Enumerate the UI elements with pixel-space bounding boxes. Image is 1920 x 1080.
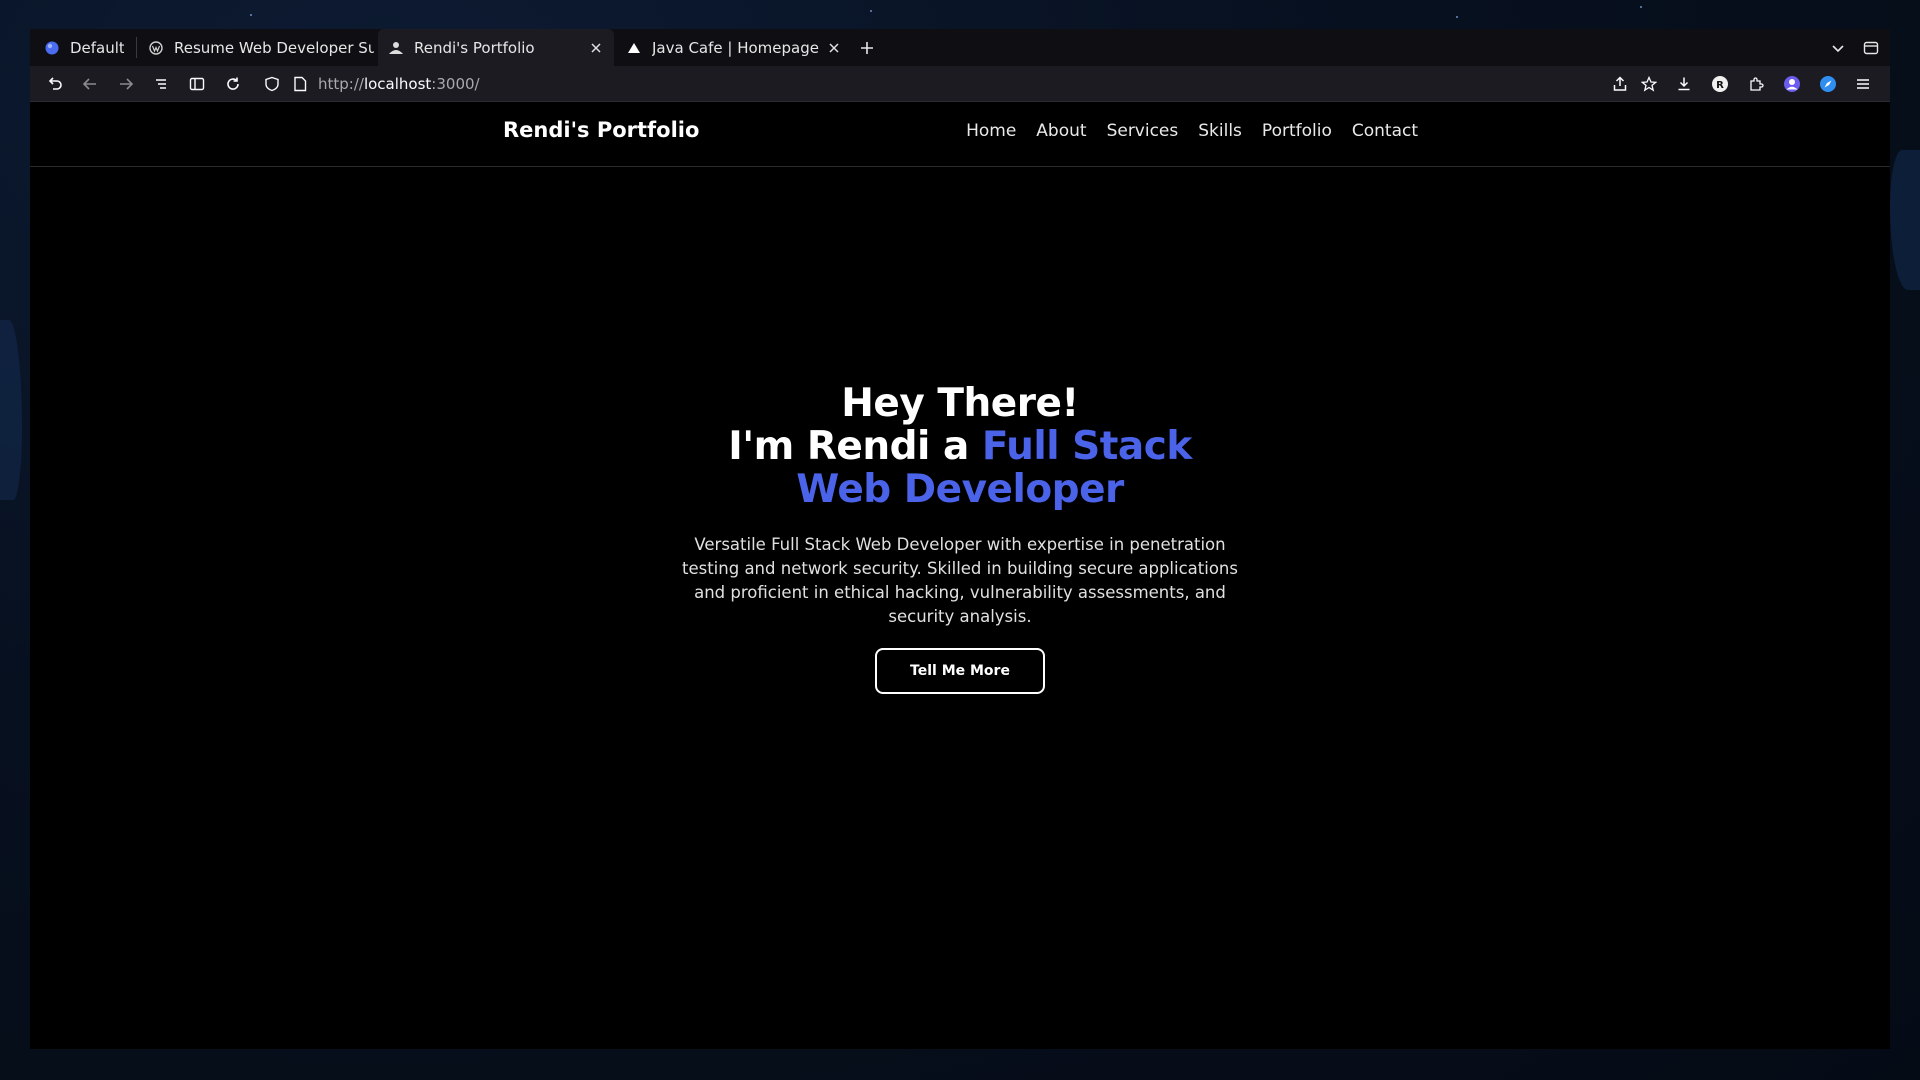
share-icon — [1613, 76, 1627, 91]
wallpaper-leaf — [0, 320, 22, 500]
hamburger-menu-icon — [1857, 79, 1869, 89]
nav-link-skills[interactable]: Skills — [1198, 121, 1242, 141]
hero-description: Versatile Full Stack Web Developer with … — [682, 535, 1238, 626]
site-brand[interactable]: Rendi's Portfolio — [503, 118, 699, 142]
tab-label: Default — [70, 38, 124, 57]
new-tab-button[interactable] — [856, 37, 878, 59]
wordpress-icon — [148, 40, 164, 56]
close-tab-icon[interactable] — [588, 40, 604, 56]
downloads-button[interactable] — [1673, 73, 1695, 95]
navigation-toolbar: http://localhost:3000/ R — [30, 66, 1890, 102]
tell-me-more-button[interactable]: Tell Me More — [875, 648, 1045, 694]
hero-role-part1: Full Stack — [981, 424, 1192, 469]
tab-label: Rendi's Portfolio — [414, 38, 535, 57]
tab-resume[interactable]: Resume Web Developer Su — [138, 29, 406, 66]
tracking-protection-button[interactable] — [261, 73, 283, 95]
hero-role-part2: Web Developer — [796, 467, 1124, 512]
avatar-r-icon: R — [1712, 76, 1728, 92]
tab-bar: Default Resume Web Developer Su Rendi's … — [30, 29, 1890, 66]
list-tabs-button[interactable] — [1827, 37, 1849, 59]
site-header: Rendi's Portfolio Home About Services Sk… — [30, 102, 1890, 167]
page-info-button[interactable] — [289, 73, 311, 95]
firefox-view-button[interactable] — [1860, 37, 1882, 59]
wallpaper-star — [1640, 6, 1642, 8]
compass-icon — [1820, 76, 1836, 92]
triangle-icon — [626, 40, 642, 56]
account-avatar-button[interactable]: R — [1709, 73, 1731, 95]
puzzle-icon — [1750, 77, 1764, 91]
wallpaper-star — [870, 10, 872, 12]
hero-section: Hey There! I'm Rendi a Full Stack Web De… — [30, 382, 1890, 694]
tab-rendis-portfolio[interactable]: Rendi's Portfolio — [378, 29, 614, 66]
url-host: localhost — [363, 75, 432, 93]
sidebar-button[interactable] — [186, 73, 208, 95]
back-button[interactable] — [79, 73, 101, 95]
svg-text:R: R — [1716, 80, 1724, 91]
vpn-extension-button[interactable] — [1817, 73, 1839, 95]
nav-link-about[interactable]: About — [1036, 121, 1086, 141]
site-nav: Home About Services Skills Portfolio Con… — [966, 121, 1418, 141]
hero-intro: I'm Rendi a — [728, 424, 982, 469]
forward-button[interactable] — [115, 73, 137, 95]
arrow-right-icon — [120, 78, 134, 90]
hero-greeting: Hey There! — [841, 381, 1079, 426]
wallpaper-star — [250, 14, 252, 16]
nav-link-contact[interactable]: Contact — [1352, 121, 1418, 141]
page-icon — [294, 76, 307, 92]
url-bar[interactable]: http://localhost:3000/ — [318, 75, 480, 93]
url-prefix: http:// — [318, 75, 364, 93]
url-suffix: :3000/ — [431, 75, 480, 93]
tab-default[interactable]: Default — [34, 29, 134, 66]
browser-globe-icon — [44, 40, 60, 56]
person-icon — [388, 40, 404, 56]
wallpaper-leaf — [1890, 150, 1920, 290]
star-icon — [1641, 76, 1657, 92]
hero-heading: Hey There! I'm Rendi a Full Stack Web De… — [30, 382, 1890, 511]
nav-link-home[interactable]: Home — [966, 121, 1016, 141]
tab-label: Resume Web Developer Su — [174, 38, 374, 57]
undo-close-tab-button[interactable] — [44, 73, 66, 95]
list-icon — [156, 79, 166, 89]
profile-icon — [1784, 76, 1800, 92]
wallpaper-star — [1456, 16, 1458, 18]
tab-java-cafe[interactable]: Java Cafe | Homepage — [616, 29, 852, 66]
web-page: Rendi's Portfolio Home About Services Sk… — [30, 102, 1890, 1049]
tab-label: Java Cafe | Homepage — [652, 38, 819, 57]
plus-icon — [861, 42, 873, 54]
tab-separator — [136, 37, 137, 58]
reload-button[interactable] — [222, 73, 244, 95]
arrow-left-icon — [82, 78, 96, 90]
reload-icon — [227, 77, 239, 90]
share-button[interactable] — [1609, 73, 1631, 95]
nav-link-portfolio[interactable]: Portfolio — [1262, 121, 1332, 141]
history-button[interactable] — [150, 73, 172, 95]
window-view-icon — [1863, 41, 1879, 55]
browser-window: Default Resume Web Developer Su Rendi's … — [30, 29, 1890, 1049]
bookmark-button[interactable] — [1638, 73, 1660, 95]
app-menu-button[interactable] — [1852, 73, 1874, 95]
download-icon — [1678, 77, 1690, 91]
nav-link-services[interactable]: Services — [1107, 121, 1179, 141]
chevron-down-icon — [1832, 45, 1844, 53]
undo-icon — [48, 77, 62, 90]
shield-icon — [265, 76, 279, 92]
extensions-button[interactable] — [1745, 73, 1767, 95]
profile-extension-button[interactable] — [1781, 73, 1803, 95]
sidebar-icon — [189, 77, 205, 91]
close-tab-icon[interactable] — [826, 40, 842, 56]
